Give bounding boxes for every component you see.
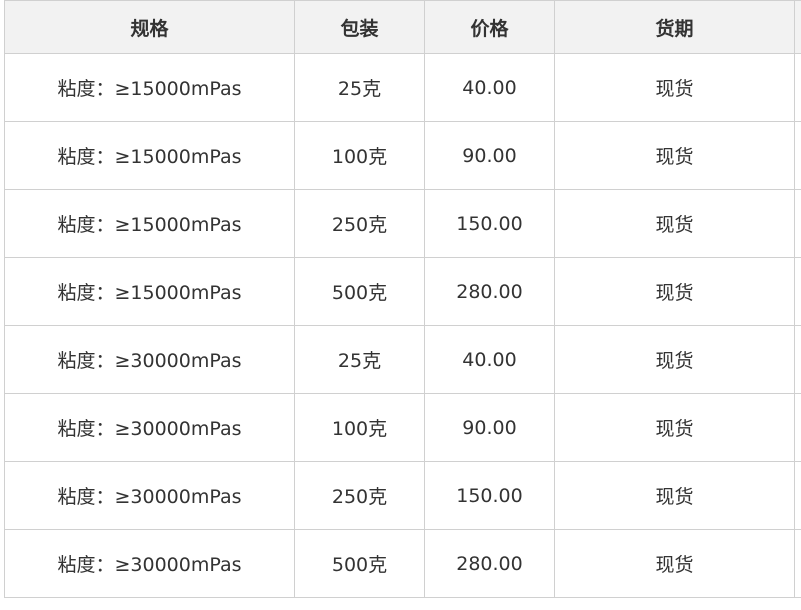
cell-price: 280.00 [424,529,555,598]
table-body: 粘度：≥15000mPas 25克 40.00 现货 粘度：≥15000mPas 100克… [4,53,801,598]
table-row: 粘度：≥30000mPas 25克 40.00 现货 [4,325,801,394]
cell-spec: 粘度：≥15000mPas [4,53,295,122]
cell-price: 280.00 [424,257,555,326]
table-row: 粘度：≥30000mPas 500克 280.00 现货 [4,529,801,598]
product-spec-table: 规格 包装 价格 货期 粘度：≥15000mPas 25克 40.00 现货 粘度：≥1… [4,0,801,598]
row-edge [794,393,801,462]
cell-delivery: 现货 [554,529,795,598]
cell-price: 40.00 [424,325,555,394]
table-row: 粘度：≥15000mPas 25克 40.00 现货 [4,53,801,122]
table-row: 粘度：≥15000mPas 250克 150.00 现货 [4,189,801,258]
cell-delivery: 现货 [554,189,795,258]
cell-spec: 粘度：≥15000mPas [4,257,295,326]
cell-spec: 粘度：≥30000mPas [4,529,295,598]
cell-spec: 粘度：≥30000mPas [4,325,295,394]
table-header: 规格 包装 价格 货期 [4,0,801,54]
row-edge [794,189,801,258]
product-spec-table-container: 规格 包装 价格 货期 粘度：≥15000mPas 25克 40.00 现货 粘度：≥1… [4,0,801,598]
cell-delivery: 现货 [554,461,795,530]
cell-package: 250克 [294,189,425,258]
row-edge [794,257,801,326]
cell-price: 150.00 [424,461,555,530]
header-spec: 规格 [4,0,295,54]
cell-delivery: 现货 [554,121,795,190]
cell-package: 250克 [294,461,425,530]
row-edge [794,53,801,122]
header-row: 规格 包装 价格 货期 [4,0,801,54]
cell-price: 150.00 [424,189,555,258]
table-row: 粘度：≥15000mPas 100克 90.00 现货 [4,121,801,190]
cell-spec: 粘度：≥30000mPas [4,461,295,530]
cell-price: 90.00 [424,121,555,190]
cell-package: 25克 [294,53,425,122]
row-edge [794,325,801,394]
cell-delivery: 现货 [554,53,795,122]
header-edge [794,0,801,54]
cell-delivery: 现货 [554,257,795,326]
cell-spec: 粘度：≥15000mPas [4,121,295,190]
cell-spec: 粘度：≥15000mPas [4,189,295,258]
cell-delivery: 现货 [554,393,795,462]
cell-price: 40.00 [424,53,555,122]
cell-package: 100克 [294,393,425,462]
cell-price: 90.00 [424,393,555,462]
row-edge [794,461,801,530]
cell-package: 500克 [294,257,425,326]
header-package: 包装 [294,0,425,54]
header-delivery: 货期 [554,0,795,54]
row-edge [794,529,801,598]
table-row: 粘度：≥30000mPas 100克 90.00 现货 [4,393,801,462]
cell-spec: 粘度：≥30000mPas [4,393,295,462]
cell-package: 100克 [294,121,425,190]
table-row: 粘度：≥15000mPas 500克 280.00 现货 [4,257,801,326]
cell-delivery: 现货 [554,325,795,394]
cell-package: 500克 [294,529,425,598]
cell-package: 25克 [294,325,425,394]
row-edge [794,121,801,190]
table-row: 粘度：≥30000mPas 250克 150.00 现货 [4,461,801,530]
header-price: 价格 [424,0,555,54]
